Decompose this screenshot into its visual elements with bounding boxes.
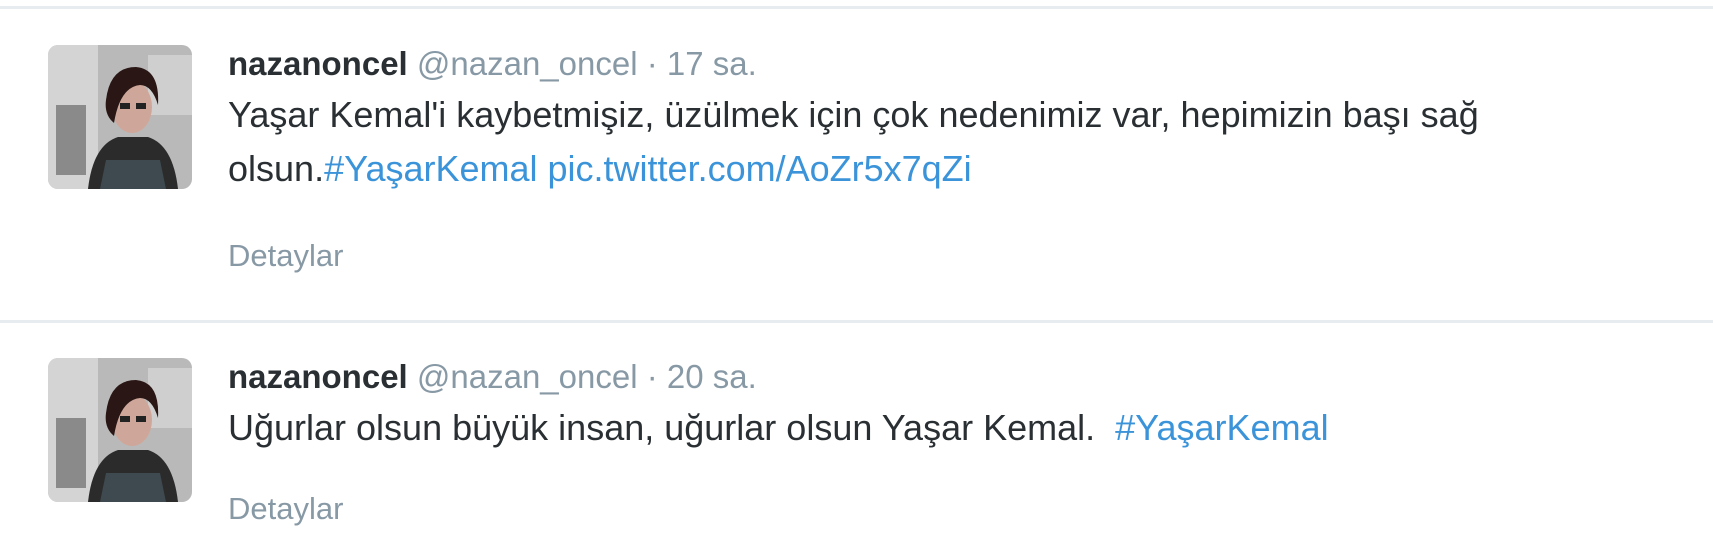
separator: ·	[646, 45, 658, 82]
timeline-top-border	[0, 6, 1713, 9]
profile-photo-icon	[48, 45, 192, 189]
avatar[interactable]	[48, 358, 192, 502]
fullname[interactable]: nazanoncel	[228, 358, 408, 395]
tweet-text-body: Uğurlar olsun büyük insan, uğurlar olsun…	[228, 407, 1096, 448]
tweet-header: nazanoncel @nazan_oncel · 17 sa.	[228, 42, 1693, 86]
tweet-timeline: nazanoncel @nazan_oncel · 17 sa. Yaşar K…	[0, 0, 1713, 555]
tweet-content: nazanoncel @nazan_oncel · 17 sa. Yaşar K…	[228, 42, 1693, 196]
tweet[interactable]: nazanoncel @nazan_oncel · 17 sa. Yaşar K…	[0, 10, 1713, 320]
timestamp[interactable]: 17 sa.	[667, 45, 757, 82]
username[interactable]: @nazan_oncel	[417, 358, 638, 395]
details-link[interactable]: Detaylar	[228, 491, 343, 527]
username[interactable]: @nazan_oncel	[417, 45, 638, 82]
hashtag-link[interactable]: #YaşarKemal	[1115, 407, 1328, 448]
tweet-content: nazanoncel @nazan_oncel · 20 sa. Uğurlar…	[228, 355, 1693, 455]
hashtag-link[interactable]: #YaşarKemal	[324, 148, 537, 189]
fullname[interactable]: nazanoncel	[228, 45, 408, 82]
pic-link[interactable]: pic.twitter.com/AoZr5x7qZi	[548, 148, 972, 189]
separator: ·	[646, 358, 658, 395]
tweet-text: Yaşar Kemal'i kaybetmişiz, üzülmek için …	[228, 88, 1688, 196]
tweet-text: Uğurlar olsun büyük insan, uğurlar olsun…	[228, 401, 1688, 455]
profile-photo-icon	[48, 358, 192, 502]
details-link[interactable]: Detaylar	[228, 238, 343, 274]
tweet[interactable]: nazanoncel @nazan_oncel · 20 sa. Uğurlar…	[0, 323, 1713, 555]
timestamp[interactable]: 20 sa.	[667, 358, 757, 395]
tweet-header: nazanoncel @nazan_oncel · 20 sa.	[228, 355, 1693, 399]
avatar[interactable]	[48, 45, 192, 189]
